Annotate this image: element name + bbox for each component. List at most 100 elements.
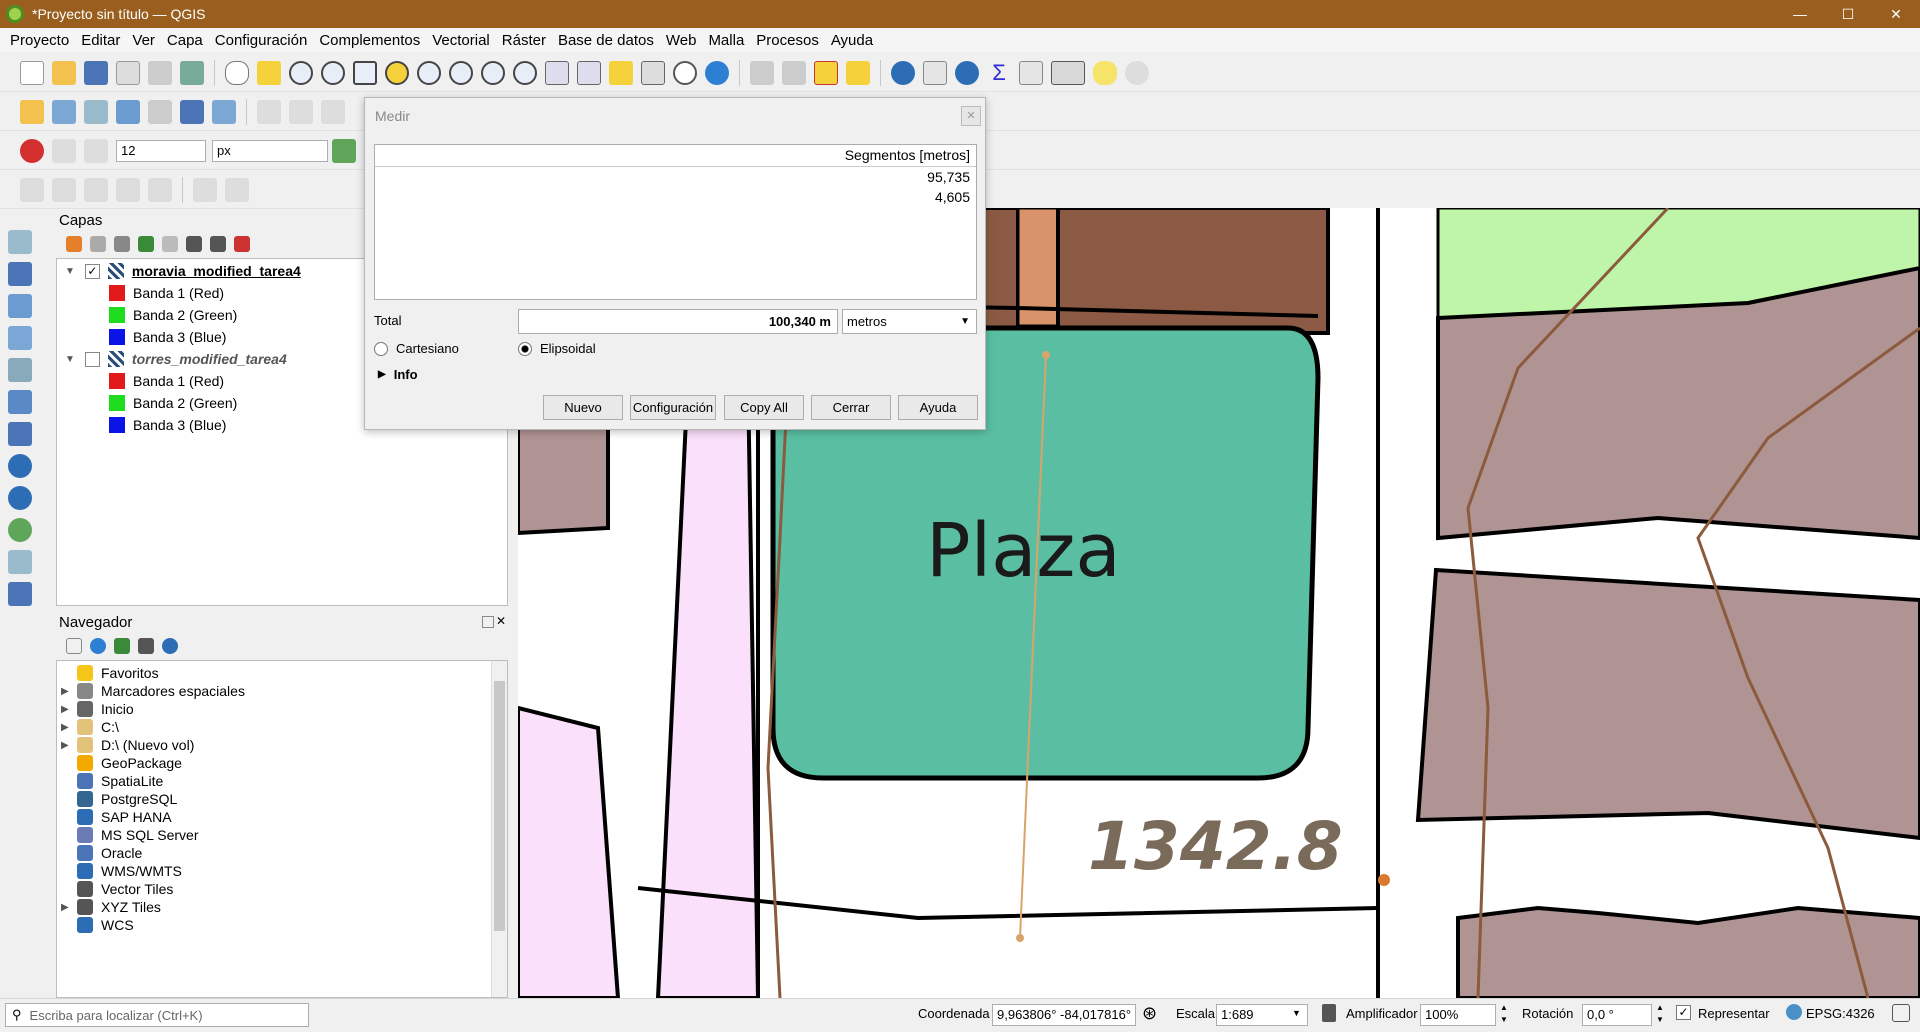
coordinate-field[interactable]: 9,963806° -84,017816° [992,1004,1136,1026]
zoom-native-icon[interactable] [449,60,473,85]
add-mesh-layer-icon[interactable] [148,99,172,124]
menu-web[interactable]: Web [666,32,697,49]
menu-complementos[interactable]: Complementos [319,32,420,49]
properties-info-icon[interactable] [162,638,178,654]
map-tips-icon[interactable] [1093,60,1117,85]
add-selected-icon[interactable] [66,638,82,654]
snapping-unit-select[interactable]: px [212,139,328,162]
menu-ver[interactable]: Ver [132,32,155,49]
add-raster-icon[interactable] [8,262,32,286]
total-value-field[interactable]: 100,340 m [518,309,838,334]
style-manager-icon[interactable] [180,60,204,85]
copy-all-button[interactable]: Copy All [724,395,804,420]
rotation-field[interactable]: 0,0 ° [1582,1004,1652,1026]
browser-item[interactable]: WCS [61,917,134,933]
attribute-table-icon[interactable] [923,60,947,85]
save-edits-icon[interactable] [289,99,313,124]
add-polygon-icon[interactable] [116,177,140,202]
magnifier-spin-icon[interactable]: ▲ ▼ [1500,1002,1508,1026]
new-project-icon[interactable] [20,60,44,85]
menu-raster[interactable]: Ráster [502,32,546,49]
zoom-in-icon[interactable] [289,60,313,85]
unit-select[interactable]: metros ▼ [842,309,977,334]
add-feature-icon[interactable] [20,177,44,202]
scrollbar-thumb[interactable] [494,681,505,931]
layer-row-torres[interactable]: ▼ torres_modified_tarea4 [65,351,287,367]
data-source-manager-icon[interactable] [20,99,44,124]
deselect-icon[interactable] [814,60,838,85]
expand-all-icon[interactable] [186,236,202,252]
statistics-sigma-icon[interactable]: Σ [987,60,1011,85]
select-features-icon[interactable] [750,60,774,85]
segments-column-header[interactable]: Segmentos [metros] [375,145,976,167]
add-mesh-icon[interactable] [8,294,32,318]
cartesian-radio[interactable]: Cartesiano [374,341,459,356]
menu-base-de-datos[interactable]: Base de datos [558,32,654,49]
print-layout-icon[interactable] [148,60,172,85]
layer-name[interactable]: moravia_modified_tarea4 [132,263,301,279]
maximize-button[interactable]: ☐ [1824,0,1872,28]
menu-editar[interactable]: Editar [81,32,120,49]
select-location-icon[interactable] [846,60,870,85]
browser-item[interactable]: Oracle [61,845,142,861]
expand-arrow-icon[interactable]: ▶ [378,369,386,380]
crs-label[interactable]: EPSG:4326 [1806,1006,1875,1021]
segment-row[interactable]: 95,735 [375,167,976,187]
toggle-extents-icon[interactable]: ⊛ [1142,1003,1157,1024]
collapse-all-icon[interactable] [210,236,226,252]
layer-name[interactable]: torres_modified_tarea4 [132,351,287,367]
filter-legend-icon[interactable] [138,236,154,252]
browser-item[interactable]: ▶ Inicio [61,701,134,717]
save-as-icon[interactable] [116,60,140,85]
add-postgis-icon[interactable] [8,422,32,446]
add-virtual-layer-icon[interactable] [8,358,32,382]
collapse-browser-icon[interactable] [138,638,154,654]
bookmark-new-icon[interactable] [609,60,633,85]
add-delimited-text-icon[interactable] [116,99,140,124]
browser-item[interactable]: WMS/WMTS [61,863,182,879]
dialog-close-icon[interactable]: ✕ [961,106,981,126]
add-group-icon[interactable] [90,236,106,252]
zoom-layer-icon[interactable] [417,60,441,85]
browser-item[interactable]: ▶ Marcadores espaciales [61,683,245,699]
select-by-value-icon[interactable] [782,60,806,85]
crs-globe-icon[interactable] [1786,1004,1802,1020]
zoom-next-icon[interactable] [513,60,537,85]
add-spatialite-icon[interactable] [8,390,32,414]
add-vector-layer-icon[interactable] [84,99,108,124]
close-window-button[interactable]: ✕ [1872,0,1920,28]
snapping-magnet-icon[interactable] [20,138,44,163]
pan-to-selection-icon[interactable] [257,60,281,85]
refresh-browser-icon[interactable] [90,638,106,654]
menu-procesos[interactable]: Procesos [756,32,819,49]
filter-expression-icon[interactable] [162,236,178,252]
pan-icon[interactable] [225,60,249,85]
segment-row[interactable]: 4,605 [375,187,976,207]
new-map-view-icon[interactable] [545,60,569,85]
new-button[interactable]: Nuevo [543,395,623,420]
float-panel-icon[interactable] [482,616,494,628]
menu-configuracion[interactable]: Configuración [215,32,308,49]
manage-themes-icon[interactable] [114,236,130,252]
save-project-icon[interactable] [84,60,108,85]
topological-editing-icon[interactable] [332,138,356,163]
browser-scrollbar[interactable] [491,661,507,997]
refresh-icon[interactable] [705,60,729,85]
menu-proyecto[interactable]: Proyecto [10,32,69,49]
style-panel-icon[interactable] [66,236,82,252]
measure-line-icon[interactable] [1051,60,1085,85]
remove-layer-icon[interactable] [234,236,250,252]
expand-arrow-icon[interactable]: ▶ [61,686,77,697]
new-shapefile-icon[interactable] [8,550,32,574]
scale-chevron-down-icon[interactable]: ▼ [1292,1008,1301,1018]
toggle-editing-icon[interactable] [257,99,281,124]
zoom-full-icon[interactable] [353,60,377,85]
browser-item[interactable]: ▶ D:\ (Nuevo vol) [61,737,194,753]
expand-arrow-icon[interactable]: ▶ [61,704,77,715]
advanced-digitizing-icon[interactable] [225,177,249,202]
render-checkbox[interactable]: ✓ [1676,1005,1691,1020]
current-edits-icon[interactable] [321,99,345,124]
help-button[interactable]: Ayuda [898,395,978,420]
browser-item[interactable]: MS SQL Server [61,827,199,843]
filter-browser-icon[interactable] [114,638,130,654]
